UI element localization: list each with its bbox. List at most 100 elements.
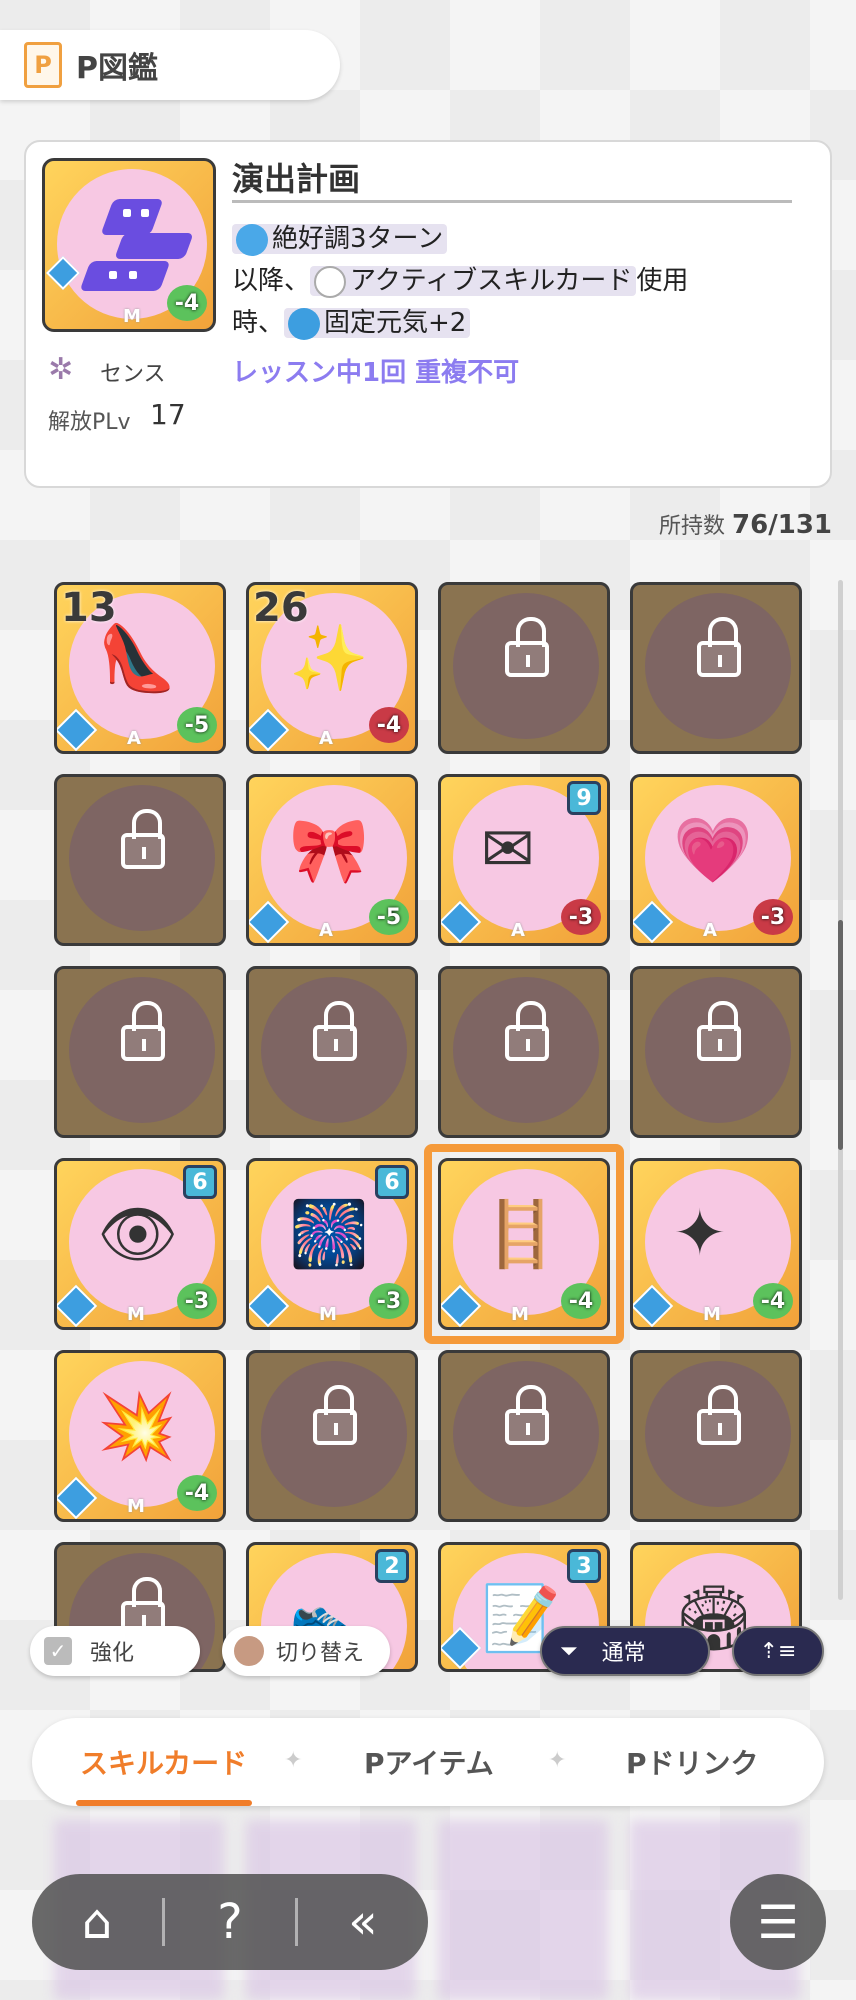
cost-badge: -4 <box>753 1283 793 1319</box>
rarity-label: A <box>319 728 333 749</box>
sort-ascending-icon: ⇡≡ <box>759 1638 797 1664</box>
locked-card-slot[interactable] <box>246 966 418 1138</box>
cost-badge: -5 <box>177 707 217 743</box>
lock-icon <box>697 617 741 677</box>
filter-button[interactable]: ⏷ 通常 <box>540 1626 710 1676</box>
menu-icon[interactable]: ☰ <box>730 1874 826 1970</box>
card-art: 🎆 <box>289 1198 369 1272</box>
category-tab-bar: スキルカード ✦ Pアイテム ✦ Pドリンク <box>32 1718 824 1806</box>
page-title: P図鑑 <box>76 51 158 86</box>
card-art: 👁 <box>97 1198 179 1272</box>
switch-label: 切り替え <box>276 1641 365 1666</box>
card-badge: 9 <box>567 781 601 815</box>
cost-badge: -3 <box>177 1283 217 1319</box>
card-badge: 6 <box>183 1165 217 1199</box>
locked-card-slot[interactable] <box>630 582 802 754</box>
rarity-label: A <box>319 920 333 941</box>
skill-card[interactable]: 🎆 6 M -3 <box>246 1158 418 1330</box>
divider <box>232 200 792 203</box>
filter-icon: ⏷ <box>560 1638 578 1664</box>
card-art: 🎀 <box>289 814 369 888</box>
card-art: ✦ <box>673 1197 727 1271</box>
rarity-label: M <box>703 1304 721 1325</box>
sort-button[interactable]: ⇡≡ <box>732 1626 824 1676</box>
card-name: 演出計画 <box>232 160 361 198</box>
good-condition-icon <box>236 223 268 256</box>
skill-card[interactable]: ✦ M -4 <box>630 1158 802 1330</box>
cost-badge: -4 <box>167 285 207 321</box>
card-count: 13 <box>61 585 117 631</box>
locked-card-slot[interactable] <box>54 966 226 1138</box>
checkbox-icon[interactable]: ✓ <box>44 1637 72 1665</box>
cost-badge: -3 <box>369 1283 409 1319</box>
scrollbar[interactable] <box>838 920 843 1150</box>
effect-limit-text: レッスン中1回 重複不可 <box>232 358 520 388</box>
lock-icon <box>313 1001 357 1061</box>
rarity-label: A <box>511 920 525 941</box>
bottom-nav: ⌂ ? « <box>32 1874 428 1970</box>
card-plan-type: センス <box>100 362 166 387</box>
tab-p-item[interactable]: Pアイテム <box>364 1742 494 1782</box>
enhance-toggle[interactable]: ✓ 強化 <box>30 1626 200 1676</box>
effect-line-2: 以降、 アクティブスキルカード 使用 <box>232 265 689 298</box>
locked-card-slot[interactable] <box>54 774 226 946</box>
card-detail-image: M -4 <box>42 158 216 332</box>
enhance-label: 強化 <box>90 1641 135 1666</box>
page-header: P P図鑑 <box>0 30 340 100</box>
locked-card-slot[interactable] <box>438 966 610 1138</box>
rarity-label: A <box>703 920 717 941</box>
effect-line-3: 時、 固定元気+2 <box>232 302 471 340</box>
rarity-label: M <box>127 1304 145 1325</box>
release-level-label: 解放PLv <box>48 410 131 435</box>
card-art: 💥 <box>97 1390 177 1464</box>
card-count: 26 <box>253 585 309 631</box>
rarity-label: M <box>127 1496 145 1517</box>
locked-card-slot[interactable] <box>630 966 802 1138</box>
rarity-label: A <box>127 728 141 749</box>
card-art: 👠 <box>97 622 177 696</box>
switch-button[interactable]: 切り替え <box>222 1626 390 1676</box>
filter-label: 通常 <box>601 1641 646 1666</box>
card-badge: 3 <box>567 1549 601 1583</box>
skill-card[interactable]: 💥 M -4 <box>54 1350 226 1522</box>
tab-p-drink[interactable]: Pドリンク <box>626 1742 759 1782</box>
skill-card[interactable]: 💗 A -3 <box>630 774 802 946</box>
skill-card[interactable]: ✉ 9 A -3 <box>438 774 610 946</box>
release-level-value: 17 <box>150 398 186 431</box>
book-icon: P <box>24 42 62 88</box>
cost-badge: -4 <box>177 1475 217 1511</box>
card-badge: 2 <box>375 1549 409 1583</box>
lock-icon <box>697 1385 741 1445</box>
skill-card[interactable]: 👠 13 A -5 <box>54 582 226 754</box>
card-art: 💗 <box>673 814 753 888</box>
skill-card[interactable]: ✨ 26 A -4 <box>246 582 418 754</box>
tab-skill-card[interactable]: スキルカード <box>80 1742 247 1782</box>
card-badge: 6 <box>375 1165 409 1199</box>
locked-card-slot[interactable] <box>630 1350 802 1522</box>
lock-icon <box>505 617 549 677</box>
home-icon[interactable]: ⌂ <box>32 1874 162 1970</box>
lock-icon <box>313 1385 357 1445</box>
tab-separator: ✦ <box>548 1748 567 1773</box>
skill-card[interactable]: 🎀 A -5 <box>246 774 418 946</box>
rarity-label: M <box>123 306 141 327</box>
lock-icon <box>697 1001 741 1061</box>
cost-badge: -3 <box>753 899 793 935</box>
help-icon[interactable]: ? <box>165 1874 295 1970</box>
locked-card-slot[interactable] <box>438 582 610 754</box>
locked-card-slot[interactable] <box>438 1350 610 1522</box>
active-skill-icon <box>314 265 347 298</box>
tab-separator: ✦ <box>284 1748 303 1773</box>
sense-plan-icon: ✲ <box>48 352 74 387</box>
locked-card-slot[interactable] <box>246 1350 418 1522</box>
active-tab-indicator <box>76 1800 252 1806</box>
owned-count: 所持数 76/131 <box>659 510 832 540</box>
skill-card[interactable]: 👁 6 M -3 <box>54 1158 226 1330</box>
avatar <box>232 1634 266 1668</box>
lock-icon <box>121 809 165 869</box>
vitality-icon <box>288 307 321 340</box>
cost-badge: -4 <box>369 707 409 743</box>
lock-icon <box>505 1001 549 1061</box>
cost-badge: -3 <box>561 899 601 935</box>
back-icon[interactable]: « <box>298 1874 428 1970</box>
